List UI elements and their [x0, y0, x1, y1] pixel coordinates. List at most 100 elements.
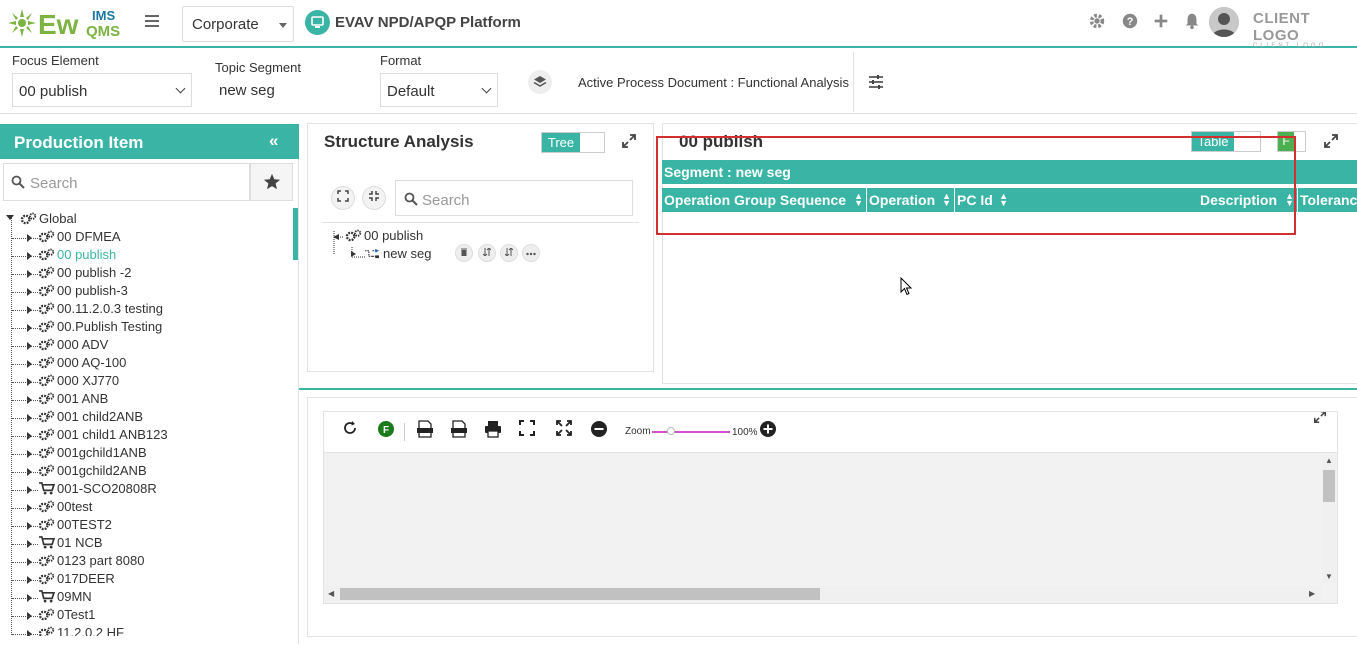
reorder-node-button[interactable]: [500, 244, 518, 262]
tree-view-toggle[interactable]: Tree: [541, 132, 605, 153]
tree-node-label: 001 child2ANB: [57, 409, 143, 424]
expand-toggle-icon[interactable]: [27, 630, 32, 636]
tree-node[interactable]: 01 NCB: [38, 535, 103, 550]
tree-node[interactable]: 00 publish: [38, 247, 116, 262]
gears-icon: [38, 464, 55, 477]
zoom-label: Zoom: [625, 426, 651, 437]
expand-all-button[interactable]: [331, 186, 355, 210]
tree-node[interactable]: 09MN: [38, 589, 92, 604]
collapse-toggle-icon[interactable]: [6, 215, 14, 220]
tree-node[interactable]: 00.11.2.0.3 testing: [38, 301, 163, 316]
tree-node[interactable]: 00 publish-3: [38, 283, 128, 298]
expand-panel-icon[interactable]: [1323, 133, 1339, 152]
collapse-left-icon[interactable]: «: [269, 131, 278, 151]
tree-node[interactable]: 001gchild1ANB: [38, 445, 147, 460]
layers-button[interactable]: [528, 70, 552, 94]
divider: [322, 222, 639, 223]
corporate-select[interactable]: Corporate: [182, 6, 294, 42]
diagram-canvas[interactable]: [323, 452, 1338, 604]
f-mode-label: F: [383, 425, 389, 436]
structure-search-input[interactable]: Search: [395, 180, 633, 216]
filter-settings-icon[interactable]: [866, 72, 886, 92]
refresh-icon[interactable]: [339, 420, 361, 442]
tree-connector: [12, 598, 38, 599]
tree-node[interactable]: 00TEST2: [38, 517, 112, 532]
tree-node[interactable]: 0Test1: [38, 607, 95, 622]
logo-sup: IMS: [92, 8, 115, 23]
menu-icon[interactable]: [145, 15, 159, 29]
tree-node[interactable]: 001 ANB: [38, 391, 108, 406]
tree-node[interactable]: 001gchild2ANB: [38, 463, 147, 478]
star-icon: [263, 173, 280, 190]
add-icon[interactable]: [1151, 12, 1171, 32]
tree-connector: [12, 436, 38, 437]
tree-connector: [12, 580, 38, 581]
column-label: Toleranc: [1300, 192, 1357, 208]
tree-node[interactable]: 017DEER: [38, 571, 115, 586]
help-icon[interactable]: ?: [1120, 12, 1140, 32]
scroll-right-icon[interactable]: ▶: [1309, 589, 1315, 598]
gears-icon: [38, 518, 55, 531]
print-icon[interactable]: [482, 420, 504, 442]
tree-node[interactable]: 001-SCO20808R: [38, 481, 157, 496]
layers-icon: [533, 76, 547, 87]
tree-node[interactable]: 00 DFMEA: [38, 229, 121, 244]
tree-node-label: 001 ANB: [57, 391, 109, 406]
vertical-scroll-thumb[interactable]: [1323, 470, 1335, 502]
zoom-in-icon[interactable]: [757, 420, 779, 442]
fit-screen-icon[interactable]: [516, 420, 538, 442]
tree-node[interactable]: 001 child1 ANB123: [38, 427, 168, 442]
notification-bell-icon[interactable]: [1182, 12, 1202, 32]
tree-guide-line: [11, 217, 12, 636]
panel-divider[interactable]: [299, 388, 1357, 390]
tree-connector: [12, 328, 38, 329]
tree-node[interactable]: 00 publish -2: [38, 265, 131, 280]
f-mode-button[interactable]: F: [375, 420, 397, 442]
tree-node[interactable]: 11.2.0.2 HF: [38, 625, 124, 636]
expand-panel-icon[interactable]: [621, 133, 637, 154]
toolbar-separator: [404, 423, 405, 441]
cart-icon: [39, 482, 55, 495]
tree-node[interactable]: 00test: [38, 499, 92, 514]
segment-icon: [365, 248, 379, 259]
scroll-down-icon[interactable]: ▼: [1325, 572, 1333, 581]
format-select[interactable]: Default: [380, 73, 498, 107]
more-options-button[interactable]: [522, 244, 540, 262]
app-logo[interactable]: Ew IMS QMS: [8, 4, 128, 42]
zoom-out-icon[interactable]: [588, 420, 610, 442]
fullscreen-icon[interactable]: [553, 420, 575, 442]
export-png-icon[interactable]: [448, 420, 470, 442]
zoom-slider-handle[interactable]: [667, 427, 675, 435]
delete-node-button[interactable]: [455, 244, 473, 262]
structure-child-node[interactable]: new seg: [364, 246, 431, 261]
tree-root-node[interactable]: Global: [20, 211, 77, 226]
production-item-search-input[interactable]: Search: [3, 163, 250, 201]
topic-segment-value[interactable]: new seg: [219, 82, 275, 99]
tree-node[interactable]: 000 XJ770: [38, 373, 119, 388]
favorites-star-button[interactable]: [250, 163, 293, 201]
export-svg-icon[interactable]: [414, 420, 436, 442]
tree-node[interactable]: 000 AQ-100: [38, 355, 126, 370]
move-node-button[interactable]: [478, 244, 496, 262]
tree-node[interactable]: 0123 part 8080: [38, 553, 144, 568]
settings-gear-icon[interactable]: [1087, 12, 1107, 32]
column-header-tolerance[interactable]: Toleranc: [1298, 188, 1357, 212]
tree-node[interactable]: 001 child2ANB: [38, 409, 143, 424]
tree-connector: [12, 346, 38, 347]
zoom-slider[interactable]: [652, 431, 730, 433]
tree-scrollbar[interactable]: [293, 208, 298, 260]
tree-connector: [12, 364, 38, 365]
tree-node[interactable]: 000 ADV: [38, 337, 108, 352]
focus-element-select[interactable]: 00 publish: [12, 73, 192, 107]
collapse-all-button[interactable]: [362, 186, 386, 210]
user-avatar[interactable]: [1209, 7, 1239, 37]
horizontal-scroll-thumb[interactable]: [340, 588, 820, 600]
tree-node[interactable]: 00.Publish Testing: [38, 319, 162, 334]
swap-icon: [504, 247, 514, 257]
scroll-left-icon[interactable]: ◀: [328, 589, 334, 598]
structure-analysis-title: Structure Analysis: [324, 132, 474, 151]
scroll-up-icon[interactable]: ▲: [1325, 456, 1333, 465]
structure-root-node[interactable]: 00 publish: [345, 228, 423, 243]
tree-node-label: 00.11.2.0.3 testing: [57, 301, 164, 316]
tree-node-label: 017DEER: [57, 571, 115, 586]
